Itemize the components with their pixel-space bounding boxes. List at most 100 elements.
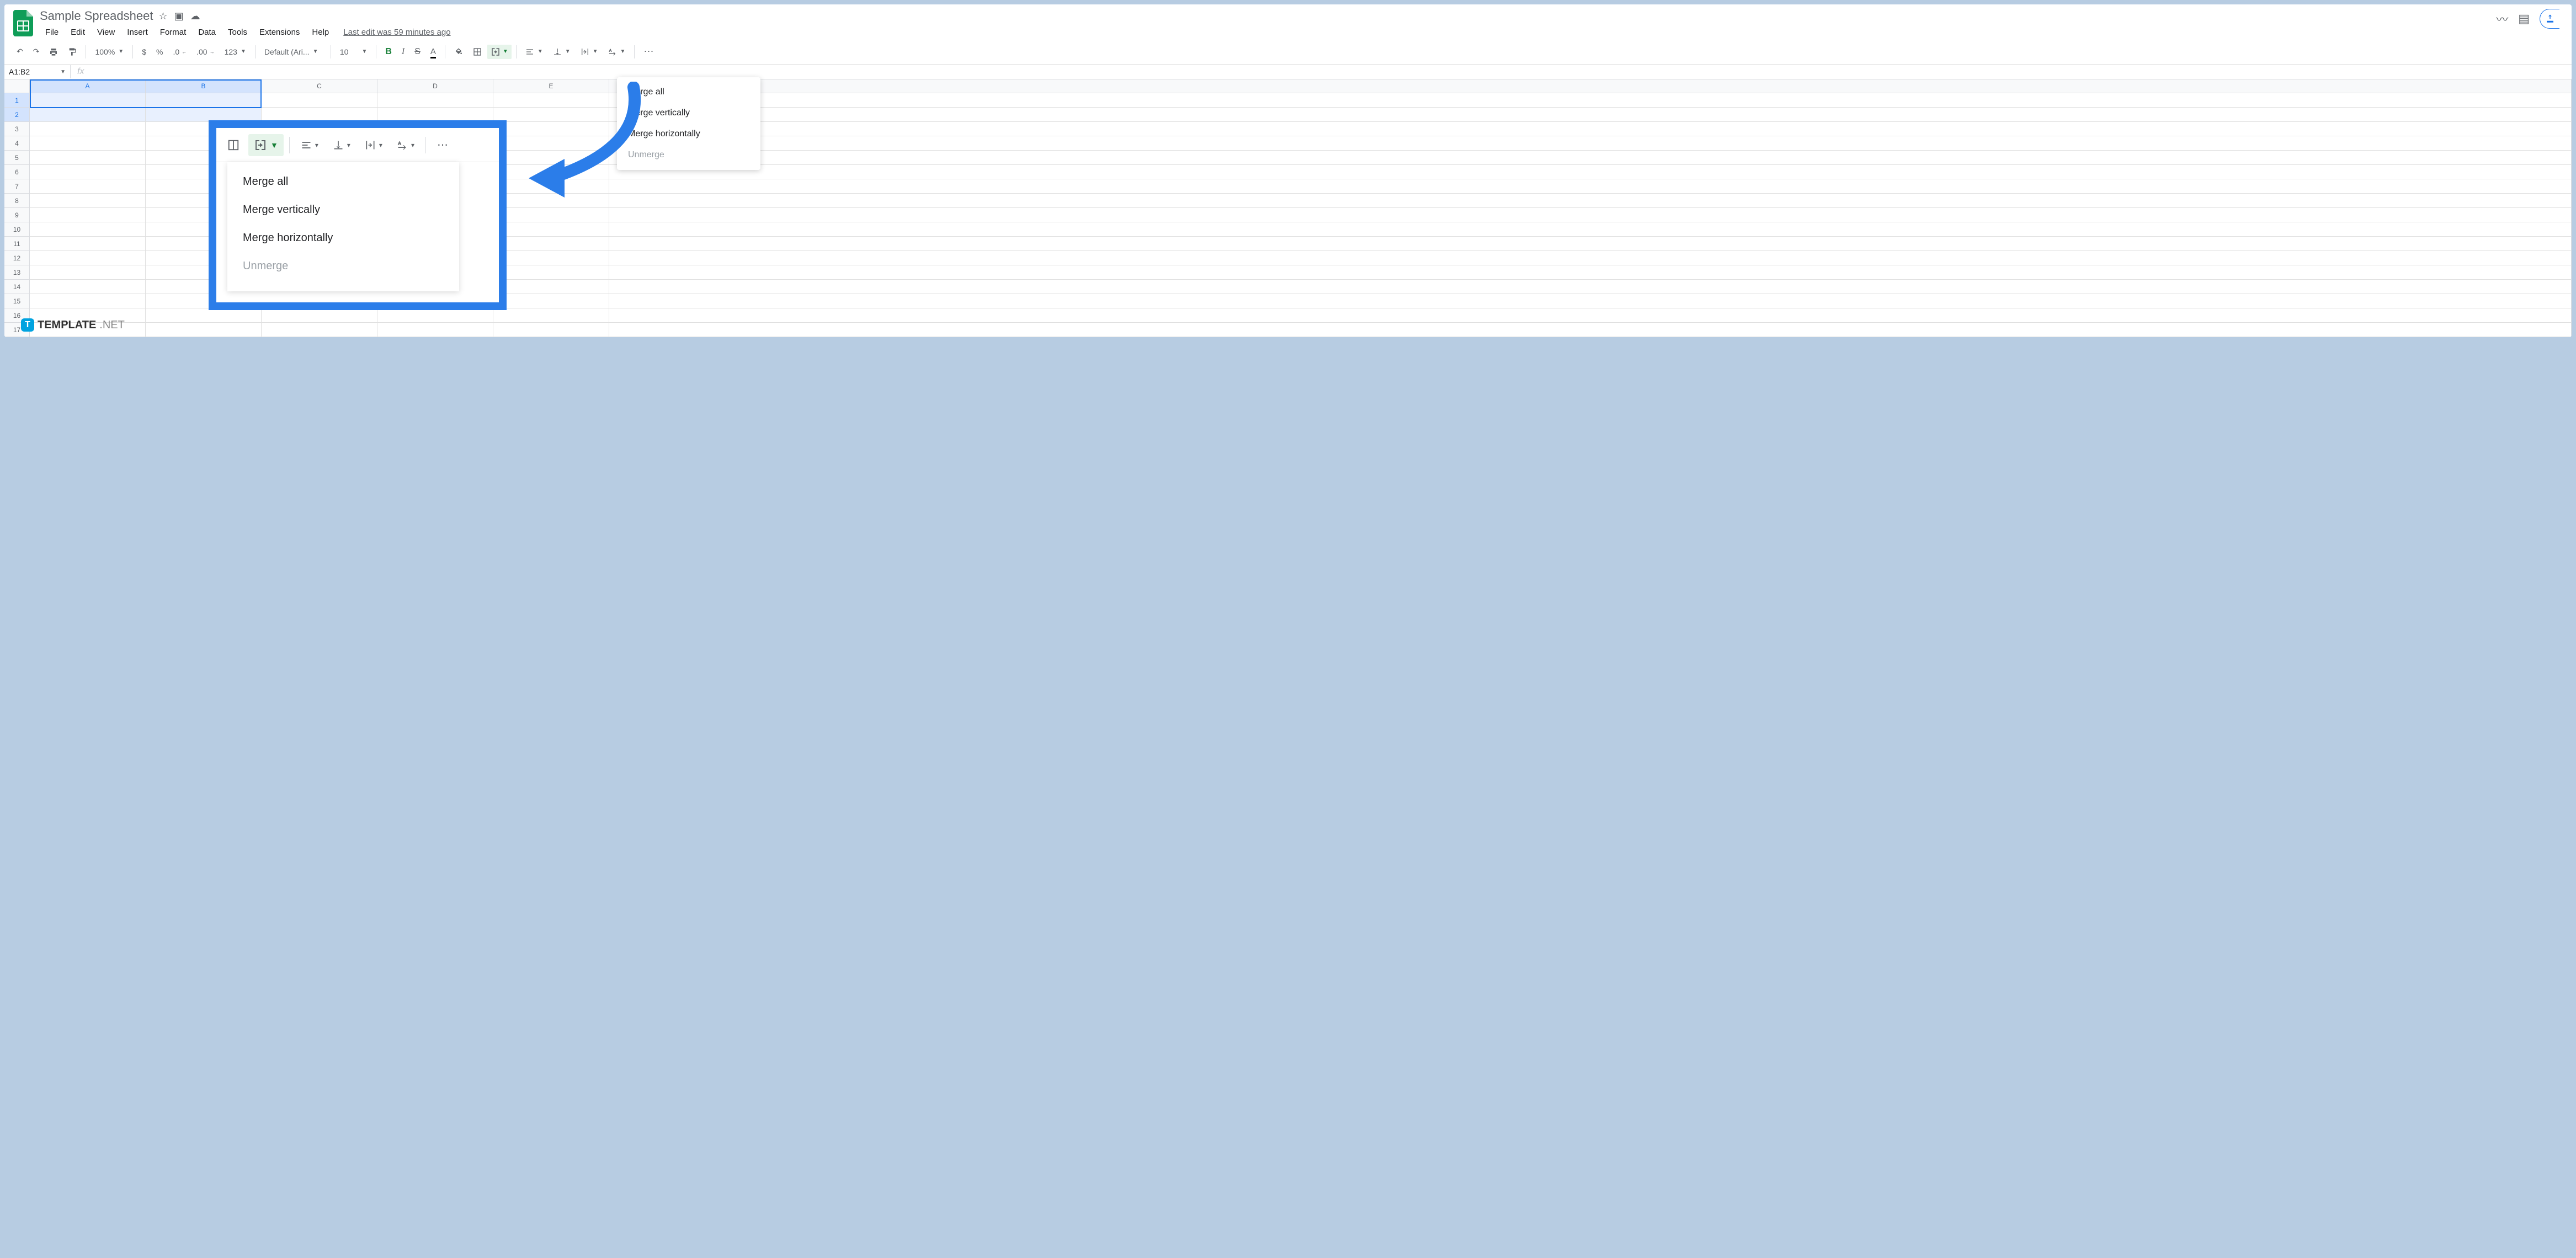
redo-button[interactable]: ↷ xyxy=(29,44,44,60)
col-header-A[interactable]: A xyxy=(30,79,146,93)
decrease-decimal-button[interactable]: .0← xyxy=(168,44,191,60)
cell[interactable] xyxy=(377,93,493,108)
comments-icon[interactable]: ▤ xyxy=(2518,12,2530,26)
cell[interactable] xyxy=(493,308,609,323)
cell[interactable] xyxy=(609,237,2572,251)
row-header-10[interactable]: 10 xyxy=(4,222,30,237)
menu-data[interactable]: Data xyxy=(193,25,221,39)
cell[interactable] xyxy=(30,93,146,108)
cell[interactable] xyxy=(493,251,609,265)
callout-merge-all[interactable]: Merge all xyxy=(227,168,459,196)
row-header-3[interactable]: 3 xyxy=(4,122,30,136)
more-toolbar-button[interactable]: ⋯ xyxy=(639,42,659,61)
increase-decimal-button[interactable]: .00→ xyxy=(192,44,219,60)
cell[interactable] xyxy=(30,151,146,165)
cell[interactable] xyxy=(30,222,146,237)
row-header-4[interactable]: 4 xyxy=(4,136,30,151)
col-header-C[interactable]: C xyxy=(262,79,377,93)
menu-view[interactable]: View xyxy=(92,25,120,39)
cell[interactable] xyxy=(30,294,146,308)
cell[interactable] xyxy=(609,308,2572,323)
name-box[interactable]: A1:B2 ▼ xyxy=(4,65,71,78)
bold-button[interactable]: B xyxy=(381,44,396,60)
cell[interactable] xyxy=(609,323,2572,337)
cell[interactable] xyxy=(493,323,609,337)
cell[interactable] xyxy=(609,165,2572,179)
cell[interactable] xyxy=(493,208,609,222)
col-header-D[interactable]: D xyxy=(377,79,493,93)
cell[interactable] xyxy=(30,122,146,136)
cell[interactable] xyxy=(493,222,609,237)
doc-title[interactable]: Sample Spreadsheet xyxy=(40,9,153,23)
row-header-2[interactable]: 2 xyxy=(4,108,30,122)
cell[interactable] xyxy=(493,294,609,308)
menu-help[interactable]: Help xyxy=(306,25,334,39)
row-header-11[interactable]: 11 xyxy=(4,237,30,251)
cell[interactable] xyxy=(609,294,2572,308)
cell[interactable] xyxy=(609,265,2572,280)
cell[interactable] xyxy=(30,165,146,179)
row-header-1[interactable]: 1 xyxy=(4,93,30,108)
format-currency-button[interactable]: $ xyxy=(137,44,151,60)
cell[interactable] xyxy=(493,265,609,280)
italic-button[interactable]: I xyxy=(397,44,409,60)
menu-format[interactable]: Format xyxy=(155,25,192,39)
cell[interactable] xyxy=(609,136,2572,151)
number-format-dropdown[interactable]: 123▼ xyxy=(220,44,251,60)
cloud-status-icon[interactable]: ☁ xyxy=(190,10,200,22)
star-icon[interactable]: ☆ xyxy=(158,10,167,22)
last-edit-link[interactable]: Last edit was 59 minutes ago xyxy=(343,28,450,37)
menu-insert[interactable]: Insert xyxy=(121,25,153,39)
share-button[interactable] xyxy=(2540,9,2559,29)
callout-merge-vertically[interactable]: Merge vertically xyxy=(227,196,459,224)
menu-extensions[interactable]: Extensions xyxy=(254,25,305,39)
row-header-6[interactable]: 6 xyxy=(4,165,30,179)
cell[interactable] xyxy=(30,251,146,265)
row-header-13[interactable]: 13 xyxy=(4,265,30,280)
cell[interactable] xyxy=(30,194,146,208)
cell[interactable] xyxy=(609,251,2572,265)
cell[interactable] xyxy=(609,151,2572,165)
cell[interactable] xyxy=(262,93,377,108)
zoom-dropdown[interactable]: 100%▼ xyxy=(91,44,128,60)
horizontal-align-button[interactable]: ▼ xyxy=(521,44,547,60)
paint-format-button[interactable] xyxy=(63,44,81,60)
callout-merge-horizontally[interactable]: Merge horizontally xyxy=(227,224,459,252)
strikethrough-button[interactable]: S xyxy=(410,44,425,60)
activity-icon[interactable]: 〰 xyxy=(2496,10,2508,28)
row-header-9[interactable]: 9 xyxy=(4,208,30,222)
cell[interactable] xyxy=(493,280,609,294)
cell[interactable] xyxy=(493,237,609,251)
cell[interactable] xyxy=(30,208,146,222)
col-header-B[interactable]: B xyxy=(146,79,262,93)
menu-file[interactable]: File xyxy=(40,25,64,39)
vertical-align-button[interactable]: ▼ xyxy=(549,44,575,60)
cell[interactable] xyxy=(609,222,2572,237)
cell[interactable] xyxy=(609,108,2572,122)
cell[interactable] xyxy=(146,323,262,337)
move-icon[interactable]: ▣ xyxy=(174,10,184,22)
cell[interactable] xyxy=(609,280,2572,294)
cell[interactable] xyxy=(30,237,146,251)
cell[interactable] xyxy=(609,194,2572,208)
cell[interactable] xyxy=(609,179,2572,194)
cell[interactable] xyxy=(262,323,377,337)
menu-tools[interactable]: Tools xyxy=(222,25,253,39)
col-header-rest[interactable] xyxy=(609,79,2572,93)
cell[interactable] xyxy=(377,323,493,337)
text-wrap-button[interactable]: ▼ xyxy=(576,44,603,60)
cell[interactable] xyxy=(146,308,262,323)
cell[interactable] xyxy=(30,280,146,294)
cell[interactable] xyxy=(609,93,2572,108)
fill-color-button[interactable] xyxy=(450,44,467,60)
cell[interactable] xyxy=(30,179,146,194)
cell[interactable] xyxy=(146,93,262,108)
row-header-15[interactable]: 15 xyxy=(4,294,30,308)
cell[interactable] xyxy=(30,136,146,151)
cell[interactable] xyxy=(377,308,493,323)
cell[interactable] xyxy=(609,208,2572,222)
borders-button[interactable] xyxy=(469,44,486,60)
merge-cells-button[interactable]: ▼ xyxy=(487,45,512,59)
row-header-14[interactable]: 14 xyxy=(4,280,30,294)
row-header-8[interactable]: 8 xyxy=(4,194,30,208)
